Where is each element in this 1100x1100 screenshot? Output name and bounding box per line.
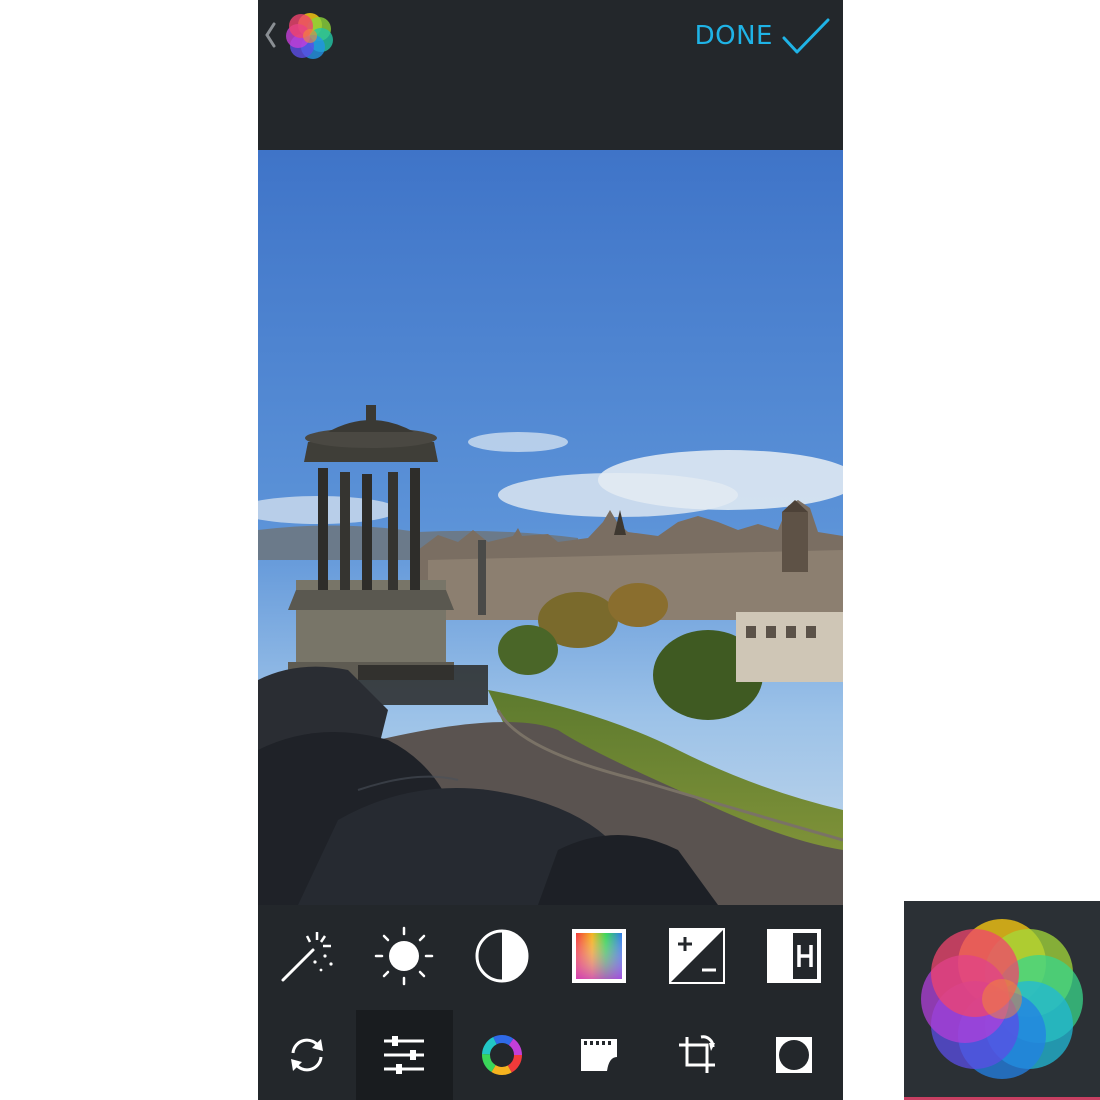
photo-canvas[interactable]	[258, 150, 843, 905]
vignette-circle-icon	[776, 1037, 813, 1073]
tab-crop[interactable]	[648, 1010, 746, 1100]
adjust-tools-bar	[258, 905, 843, 1007]
exposure-plus-minus-icon	[668, 928, 725, 984]
phone-screen: DONE	[258, 0, 843, 1100]
adjust-sliders-icon	[384, 1036, 425, 1074]
tool-exposure[interactable]	[648, 905, 746, 1007]
tool-contrast[interactable]	[453, 905, 551, 1007]
done-label: DONE	[694, 21, 773, 51]
filters-color-ring-icon	[481, 1035, 522, 1075]
tool-highlights[interactable]	[746, 905, 844, 1007]
refresh-icon	[290, 1038, 323, 1072]
tab-filters[interactable]	[453, 1010, 551, 1100]
done-button[interactable]: DONE	[695, 12, 831, 60]
top-bar: DONE	[258, 0, 843, 150]
film-frame-icon	[581, 1039, 618, 1071]
afterlight-flower-icon	[286, 13, 333, 59]
tool-magic-wand[interactable]	[258, 905, 356, 1007]
checkmark-icon	[782, 18, 830, 54]
tab-vignette[interactable]	[746, 1010, 844, 1100]
saturation-gradient-icon	[572, 929, 627, 983]
afterlight-flower-icon	[904, 919, 1100, 1100]
tool-saturation[interactable]	[551, 905, 649, 1007]
crop-rotate-icon	[678, 1035, 715, 1073]
highlights-h-icon	[767, 929, 822, 983]
app-icon-afterlight	[904, 901, 1100, 1100]
chevron-left-icon[interactable]	[263, 18, 277, 52]
tool-brightness[interactable]	[356, 905, 454, 1007]
brightness-sun-icon	[375, 926, 434, 986]
tab-refresh[interactable]	[258, 1010, 356, 1100]
contrast-icon	[475, 929, 529, 983]
magic-wand-icon	[281, 932, 333, 982]
tab-adjust[interactable]	[355, 1010, 453, 1100]
tab-film[interactable]	[551, 1010, 649, 1100]
edinburgh-photo	[258, 150, 843, 905]
bottom-tab-bar	[258, 1010, 843, 1100]
